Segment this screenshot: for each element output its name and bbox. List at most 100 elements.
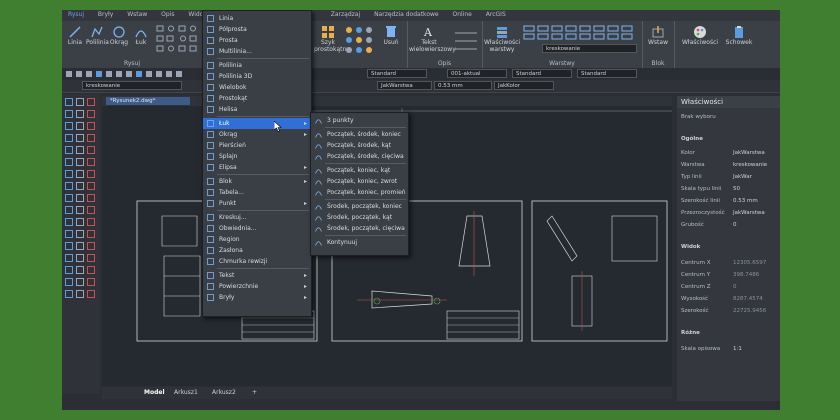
tool-extend-icon[interactable] <box>87 158 95 166</box>
tab-wstaw[interactable]: Wstaw <box>121 10 153 19</box>
menu-item-rysuj[interactable]: Półprosta <box>203 24 311 35</box>
menu-item-luk[interactable]: Środek, początek, cięciwa <box>311 223 408 234</box>
tool-hatch-icon[interactable] <box>65 194 73 202</box>
menu-item-rysuj[interactable]: Wielobok <box>203 82 311 93</box>
menu-item-rysuj[interactable]: Kreskuj... <box>203 212 311 223</box>
prop-row[interactable]: Kolor JakWarstwa <box>681 148 777 158</box>
tool-explode-icon[interactable] <box>76 194 84 202</box>
menu-item-rysuj[interactable]: Obwiednia... <box>203 223 311 234</box>
prop-row[interactable]: Szerokość 22725.9456 <box>681 306 777 316</box>
tool-pan-icon[interactable] <box>76 290 84 298</box>
tool-array-icon[interactable] <box>87 122 95 130</box>
menu-item-luk[interactable]: Początek, środek, kąt <box>311 140 408 151</box>
menu-item-rysuj[interactable]: Prosta <box>203 35 311 46</box>
tool-boundary-icon[interactable] <box>76 230 84 238</box>
tool-region-icon[interactable] <box>87 218 95 226</box>
menu-item-luk[interactable]: Początek, koniec, kąt <box>311 165 408 176</box>
menu-item-rysuj[interactable]: Elipsa ▸ <box>203 162 311 173</box>
luk-button[interactable]: Łuk <box>130 25 152 46</box>
tool-orbit-icon[interactable] <box>87 290 95 298</box>
tool-mline-icon[interactable] <box>76 266 84 274</box>
tool-gradient-icon[interactable] <box>65 230 73 238</box>
menu-item-rysuj[interactable]: Chmurka rewizji <box>203 256 311 267</box>
tool-ellipse-icon[interactable] <box>65 182 73 190</box>
menu-item-luk[interactable]: Środek, początek, kąt <box>311 212 408 223</box>
tool-match-icon[interactable] <box>87 278 95 286</box>
linetype-combo[interactable]: JakWarstwa <box>377 81 432 90</box>
menu-item-rysuj[interactable]: Region <box>203 234 311 245</box>
prop-row[interactable]: Szerokość linii 0.53 mm <box>681 196 777 206</box>
tab-opis[interactable]: Opis <box>155 10 180 19</box>
ribbon-layer-combo[interactable]: kreskowanie <box>542 44 637 53</box>
prop-row[interactable]: Centrum Z 0 <box>681 282 777 292</box>
document-tab[interactable]: *Rysunek2.dwg* <box>106 97 190 105</box>
tool-table-icon[interactable] <box>76 218 84 226</box>
tool-break-icon[interactable] <box>76 170 84 178</box>
menu-item-rysuj[interactable]: Multilinia... <box>203 46 311 57</box>
tool-erase-icon[interactable] <box>87 98 95 106</box>
style1-combo[interactable]: Standard <box>367 69 427 78</box>
layout-tab-model[interactable]: Model <box>144 388 165 398</box>
szyk-button[interactable]: Szyk prostokątny <box>314 25 350 53</box>
menu-item-rysuj[interactable]: Tabela... <box>203 187 311 198</box>
tool-stretch-icon[interactable] <box>87 146 95 154</box>
tool-polyline-icon[interactable] <box>65 110 73 118</box>
usun-button[interactable]: Usuń <box>378 25 404 46</box>
tool-divide-icon[interactable] <box>87 266 95 274</box>
tool-move-icon[interactable] <box>76 134 84 142</box>
tool-grid-icon[interactable] <box>65 278 73 286</box>
lineweight-combo[interactable]: 0.53 mm <box>434 81 492 90</box>
tab-arcgis[interactable]: ArcGIS <box>480 10 512 19</box>
prop-row[interactable]: Grubość 0 <box>681 220 777 230</box>
tool-layer-icon[interactable] <box>76 278 84 286</box>
tool-helix-icon[interactable] <box>65 266 73 274</box>
selection-status[interactable]: Brak wyboru <box>681 112 777 122</box>
menu-item-rysuj[interactable]: Linia <box>203 13 311 24</box>
section-widok[interactable]: Widok <box>681 244 700 250</box>
tool-line-icon[interactable] <box>65 98 73 106</box>
wlasciwosci-warstwy-button[interactable]: Właściwości warstwy <box>484 25 520 53</box>
menu-item-rysuj[interactable]: Prostokąt <box>203 93 311 104</box>
menu-item-rysuj[interactable]: Powierzchnie ▸ <box>203 281 311 292</box>
tool-measure-icon[interactable] <box>87 242 95 250</box>
polilinia-button[interactable]: Polilinia <box>86 25 109 46</box>
tab-bryly[interactable]: Bryły <box>92 10 119 19</box>
wlasciwosci-button[interactable]: Właściwości <box>680 25 720 46</box>
tool-text-icon[interactable] <box>65 206 73 214</box>
tool-dimension-icon[interactable] <box>87 194 95 202</box>
prop-row[interactable]: Skala opisowa 1:1 <box>681 344 777 354</box>
menu-item-rysuj[interactable]: Splajn <box>203 151 311 162</box>
tool-xline-icon[interactable] <box>65 254 73 262</box>
tool-rotate-icon[interactable] <box>87 134 95 142</box>
tab-narzedzia-dodatkowe[interactable]: Narzędzia dodatkowe <box>368 10 445 19</box>
menu-item-rysuj[interactable]: Tekst ▸ <box>203 270 311 281</box>
tool-select-icon[interactable] <box>76 98 84 106</box>
tool-point-icon[interactable] <box>65 218 73 226</box>
tool-rectangle-icon[interactable] <box>65 146 73 154</box>
tool-insert-icon[interactable] <box>87 206 95 214</box>
color-combo[interactable]: JakKolor <box>494 81 554 90</box>
prop-row[interactable]: Wysokość 8287.4574 <box>681 294 777 304</box>
add-layout-icon[interactable]: + <box>252 388 257 398</box>
prop-row[interactable]: Centrum X 12305.6597 <box>681 258 777 268</box>
menu-item-luk[interactable]: Początek, środek, koniec <box>311 129 408 140</box>
tool-polygon-icon[interactable] <box>65 158 73 166</box>
tool-chamfer-icon[interactable] <box>76 182 84 190</box>
layout-tab-arkusz2[interactable]: Arkusz2 <box>212 388 236 398</box>
schowek-button[interactable]: Schowek <box>724 25 754 46</box>
prop-row[interactable]: Warstwa kreskowanie <box>681 160 777 170</box>
tab-online[interactable]: Online <box>447 10 478 19</box>
tab-zarzadzaj[interactable]: Zarządzaj <box>325 10 366 19</box>
tool-leader-icon[interactable] <box>76 242 84 250</box>
prop-row[interactable]: Typ linii JakWar <box>681 172 777 182</box>
tool-fillet-icon[interactable] <box>87 182 95 190</box>
style3-combo[interactable]: Standard <box>512 69 572 78</box>
okrag-button[interactable]: Okrąg <box>108 25 130 46</box>
menu-item-rysuj[interactable]: Okrąg ▸ <box>203 129 311 140</box>
menu-item-rysuj[interactable]: Punkt ▸ <box>203 198 311 209</box>
tab-rysuj[interactable]: Rysuj <box>62 10 90 19</box>
menu-item-rysuj[interactable]: Blok ▸ <box>203 176 311 187</box>
menu-item-luk[interactable]: 3 punkty <box>311 115 408 126</box>
tool-ray-icon[interactable] <box>76 254 84 262</box>
menu-item-rysuj[interactable]: Polilinia 3D <box>203 71 311 82</box>
